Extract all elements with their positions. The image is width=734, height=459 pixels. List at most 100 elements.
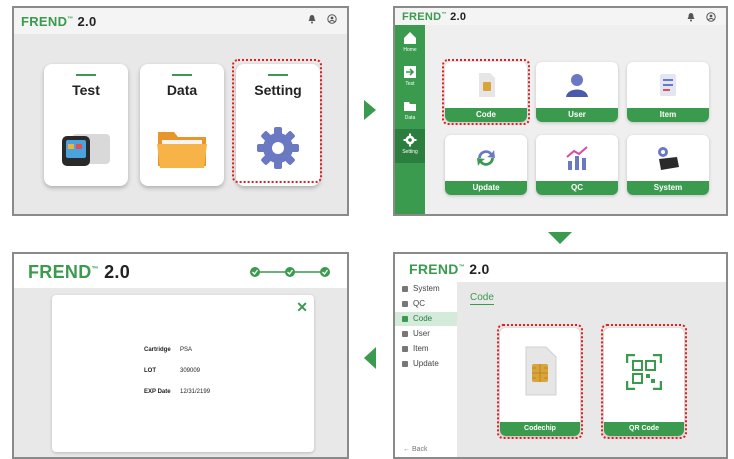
tile-label: User <box>536 108 618 122</box>
step-progress <box>250 267 330 277</box>
card-title: Data <box>166 82 198 98</box>
device-gear-icon <box>658 147 679 170</box>
card-accent <box>76 74 96 76</box>
clipboard-icon <box>660 74 676 96</box>
settings-menu: System QC Code User Item Update ← Back <box>395 282 457 457</box>
tile-system[interactable]: System <box>627 135 709 195</box>
info-row-lot: LOT 309009 <box>144 368 200 374</box>
tile-label: System <box>627 181 709 195</box>
menu-item-qc[interactable]: QC <box>395 297 457 311</box>
info-row-exp-date: EXP Date 12/31/2199 <box>144 389 210 395</box>
tile-label: QC <box>536 181 618 195</box>
info-key: EXP Date <box>144 389 171 395</box>
highlight-box <box>601 324 687 439</box>
top-bar: FREND™ 2.0 <box>14 8 347 34</box>
tile-qc[interactable]: QC <box>536 135 618 195</box>
data-card[interactable]: Data <box>140 64 224 186</box>
list-icon <box>402 346 408 352</box>
brand-logo: FREND™ 2.0 <box>28 262 131 282</box>
brand-logo: FREND™ 2.0 <box>21 14 97 29</box>
back-button[interactable]: ← Back <box>403 446 428 453</box>
menu-item-label: System <box>413 284 440 293</box>
sidebar-item-label: Data <box>404 115 416 121</box>
sidebar-item-data[interactable]: Data <box>395 95 425 129</box>
code-select-screen: FREND™ 2.0 System QC Code User Item Upda… <box>393 252 728 459</box>
sim-card-icon <box>402 316 408 322</box>
flow-arrow-right-icon <box>364 100 376 120</box>
info-key: LOT <box>144 368 156 374</box>
code-info-dialog: ✕ Cartridge PSA LOT 309009 EXP Date 12/31/2… <box>52 295 314 452</box>
home-body: Test Data Setting <box>14 34 347 214</box>
tile-label: Update <box>445 181 527 195</box>
gear-icon <box>403 133 417 147</box>
menu-item-label: Item <box>413 344 429 353</box>
setting-body: Code User Item Update QC System <box>425 25 726 214</box>
side-nav: Home Test Data Setting <box>395 25 425 214</box>
step-complete-icon <box>285 267 295 277</box>
back-arrow-icon: ← <box>403 446 412 453</box>
menu-item-label: QC <box>413 299 425 308</box>
brand-logo: FREND™ 2.0 <box>402 11 467 23</box>
user-icon <box>402 331 408 337</box>
chart-icon <box>566 146 588 170</box>
home-screen: FREND™ 2.0 Test Data Setting <box>12 6 349 216</box>
code-body: Code Codechip QR Code <box>457 282 726 457</box>
flow-arrow-left-icon <box>364 347 376 369</box>
tile-label: Item <box>627 108 709 122</box>
user-icon <box>566 74 588 97</box>
menu-item-code[interactable]: Code <box>395 312 457 326</box>
menu-item-item[interactable]: Item <box>395 342 457 356</box>
menu-item-label: User <box>413 329 430 338</box>
user-account-icon[interactable] <box>327 14 337 24</box>
refresh-icon <box>477 150 495 166</box>
tile-user[interactable]: User <box>536 62 618 122</box>
step-complete-icon <box>320 267 330 277</box>
chart-icon <box>402 301 408 307</box>
brand-logo: FREND™ 2.0 <box>409 261 490 277</box>
test-card[interactable]: Test <box>44 64 128 186</box>
folder-icon <box>404 102 416 111</box>
test-arrow-icon <box>404 66 416 78</box>
sidebar-item-label: Setting <box>402 149 418 155</box>
close-icon[interactable]: ✕ <box>296 299 308 316</box>
bell-icon[interactable] <box>686 12 696 22</box>
highlight-box <box>232 59 322 183</box>
sidebar-item-label: Test <box>405 81 415 87</box>
sidebar-item-label: Home <box>403 47 417 53</box>
top-bar: FREND™ 2.0 <box>395 8 726 25</box>
tile-update[interactable]: Update <box>445 135 527 195</box>
info-value: 309009 <box>180 368 201 374</box>
menu-item-update[interactable]: Update <box>395 357 457 371</box>
top-bar: FREND™ 2.0 <box>395 254 726 282</box>
top-bar: FREND™ 2.0 <box>14 254 347 288</box>
info-value: PSA <box>180 347 193 353</box>
card-accent <box>172 74 192 76</box>
sidebar-item-home[interactable]: Home <box>395 27 425 61</box>
info-key: Cartridge <box>144 347 171 353</box>
sidebar-item-test[interactable]: Test <box>395 61 425 95</box>
info-value: 12/31/2199 <box>180 389 211 395</box>
highlight-box <box>497 324 583 439</box>
folder-icon <box>157 132 207 168</box>
result-body: ✕ Cartridge PSA LOT 309009 EXP Date 12/31/2… <box>14 288 347 457</box>
highlight-box <box>442 59 530 125</box>
refresh-icon <box>402 361 408 367</box>
gear-icon <box>402 286 408 292</box>
back-label: Back <box>411 446 428 453</box>
flow-arrow-down-icon <box>548 232 572 244</box>
sidebar-item-setting[interactable]: Setting <box>395 129 425 163</box>
step-complete-icon <box>250 267 260 277</box>
menu-item-label: Code <box>413 314 433 323</box>
setting-screen: FREND™ 2.0 Home Test Data Setting Code U… <box>393 6 728 216</box>
user-account-icon[interactable] <box>706 12 716 22</box>
card-title: Test <box>72 82 100 98</box>
tile-item[interactable]: Item <box>627 62 709 122</box>
menu-item-system[interactable]: System <box>395 282 457 296</box>
home-icon <box>404 32 416 44</box>
code-result-screen: FREND™ 2.0 ✕ Cartridge PSA LOT 309009 EXP … <box>12 252 349 459</box>
menu-item-label: Update <box>413 359 439 368</box>
bell-icon[interactable] <box>307 14 317 24</box>
analyzer-device-icon <box>62 134 110 166</box>
section-heading: Code <box>470 292 494 305</box>
menu-item-user[interactable]: User <box>395 327 457 341</box>
